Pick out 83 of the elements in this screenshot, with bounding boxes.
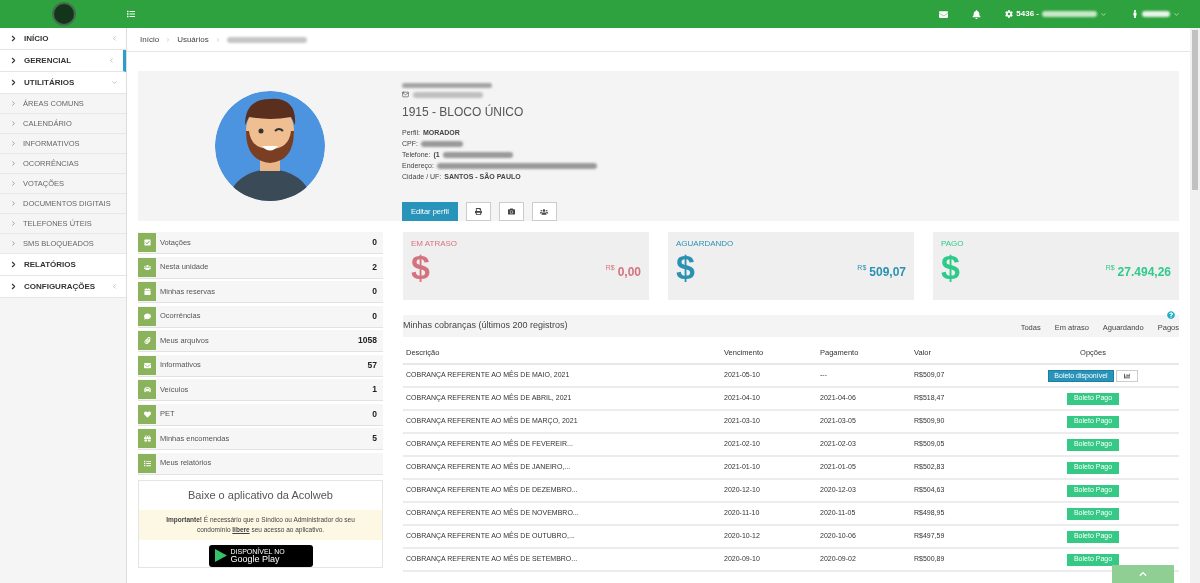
stat-count: 0 xyxy=(372,407,377,421)
bell-icon[interactable] xyxy=(972,9,982,19)
sidebar-item[interactable]: CONFIGURAÇÕES xyxy=(0,276,126,298)
summary-label: EM ATRASO xyxy=(411,238,459,250)
summary-amount: 0,00 xyxy=(617,264,641,281)
stat-icon xyxy=(138,453,156,473)
stat-icon xyxy=(138,380,156,399)
mail-icon xyxy=(402,91,409,98)
user-menu[interactable] xyxy=(1131,10,1180,18)
summary-label: AGUARDANDO xyxy=(676,238,735,250)
caret-icon xyxy=(1100,10,1107,18)
summary-amount: 27.494,26 xyxy=(1117,264,1171,281)
chevron-right-icon xyxy=(9,282,18,291)
chevron-right-icon xyxy=(9,78,18,87)
play-triangle-icon xyxy=(214,549,227,562)
chevron-right-icon xyxy=(10,200,17,207)
sidebar-item[interactable]: RELATÓRIOS xyxy=(0,254,126,276)
stat-icon xyxy=(138,233,156,252)
sidebar-item[interactable]: GERENCIAL xyxy=(0,50,126,72)
chevron-up-icon xyxy=(1139,570,1147,578)
print-icon xyxy=(474,208,482,215)
camera-button[interactable] xyxy=(498,202,524,221)
breadcrumb-link[interactable]: Usuários xyxy=(177,33,209,46)
stat-count: 0 xyxy=(372,309,377,323)
stat-icon xyxy=(138,404,156,424)
users-button[interactable] xyxy=(531,202,557,221)
chevron-right-icon xyxy=(10,120,17,127)
chevron-right-icon xyxy=(10,100,17,107)
camera-icon xyxy=(507,208,515,215)
menu-icon[interactable] xyxy=(127,10,135,18)
users-icon xyxy=(540,207,549,216)
dollar-icon: $ xyxy=(941,250,960,284)
stat-icon xyxy=(138,429,156,448)
summary-label: PAGO xyxy=(941,238,965,250)
sidebar-item[interactable]: UTILITÁRIOS xyxy=(0,72,126,94)
stat-count: 2 xyxy=(372,260,377,274)
redacted-text xyxy=(1042,11,1097,17)
stat-icon xyxy=(138,355,156,375)
mail-icon[interactable] xyxy=(939,9,949,19)
stat-icon xyxy=(138,282,156,301)
chevron-right-icon xyxy=(10,140,17,147)
chevron-right-icon xyxy=(10,180,17,187)
chart-button[interactable] xyxy=(1115,369,1138,382)
chevron-right-icon xyxy=(10,240,17,247)
chevron-right-icon xyxy=(9,34,18,43)
stat-count: 1058 xyxy=(358,334,377,347)
stat-icon xyxy=(138,331,156,350)
stat-icon xyxy=(138,306,156,326)
stat-count: 1 xyxy=(372,383,377,396)
charges-title: Minhas cobranças (últimos 200 registros) xyxy=(403,319,569,333)
stat-count: 57 xyxy=(367,358,377,372)
chevron-down-icon xyxy=(111,79,118,86)
stat-icon xyxy=(138,257,156,277)
redacted-text xyxy=(442,151,513,158)
app-card-title: Baixe o aplicativo da Acolweb xyxy=(188,488,333,503)
stat-count: 0 xyxy=(372,285,377,298)
chevron-left-icon xyxy=(111,283,118,290)
chevron-left-icon xyxy=(108,57,115,64)
unit-title: 1915 - BLOCO ÚNICO xyxy=(402,103,525,121)
sidebar-item[interactable]: INÍCIO xyxy=(0,28,126,50)
redacted-text xyxy=(413,91,483,98)
dollar-icon: $ xyxy=(411,250,430,284)
chart-icon xyxy=(1123,372,1130,379)
user-icon xyxy=(1131,10,1139,18)
dollar-icon: $ xyxy=(676,250,695,284)
logo-icon xyxy=(51,2,76,26)
summary-amount: 509,07 xyxy=(869,264,906,281)
stat-count: 0 xyxy=(372,236,377,249)
chevron-right-icon xyxy=(9,260,18,269)
redacted-text xyxy=(420,140,463,147)
redacted-text xyxy=(1142,11,1170,17)
chevron-right-icon xyxy=(165,36,172,43)
chevron-right-icon xyxy=(10,160,17,167)
breadcrumb-link[interactable]: Início xyxy=(140,33,160,46)
caret-icon xyxy=(1173,10,1180,18)
help-icon[interactable] xyxy=(1167,311,1175,319)
gear-icon xyxy=(1005,10,1014,18)
chevron-right-icon xyxy=(214,36,221,43)
chevron-right-icon xyxy=(9,56,18,65)
chevron-left-icon xyxy=(111,35,118,42)
print-button[interactable] xyxy=(465,202,491,221)
stat-count: 5 xyxy=(372,432,377,445)
chevron-right-icon xyxy=(10,220,17,227)
